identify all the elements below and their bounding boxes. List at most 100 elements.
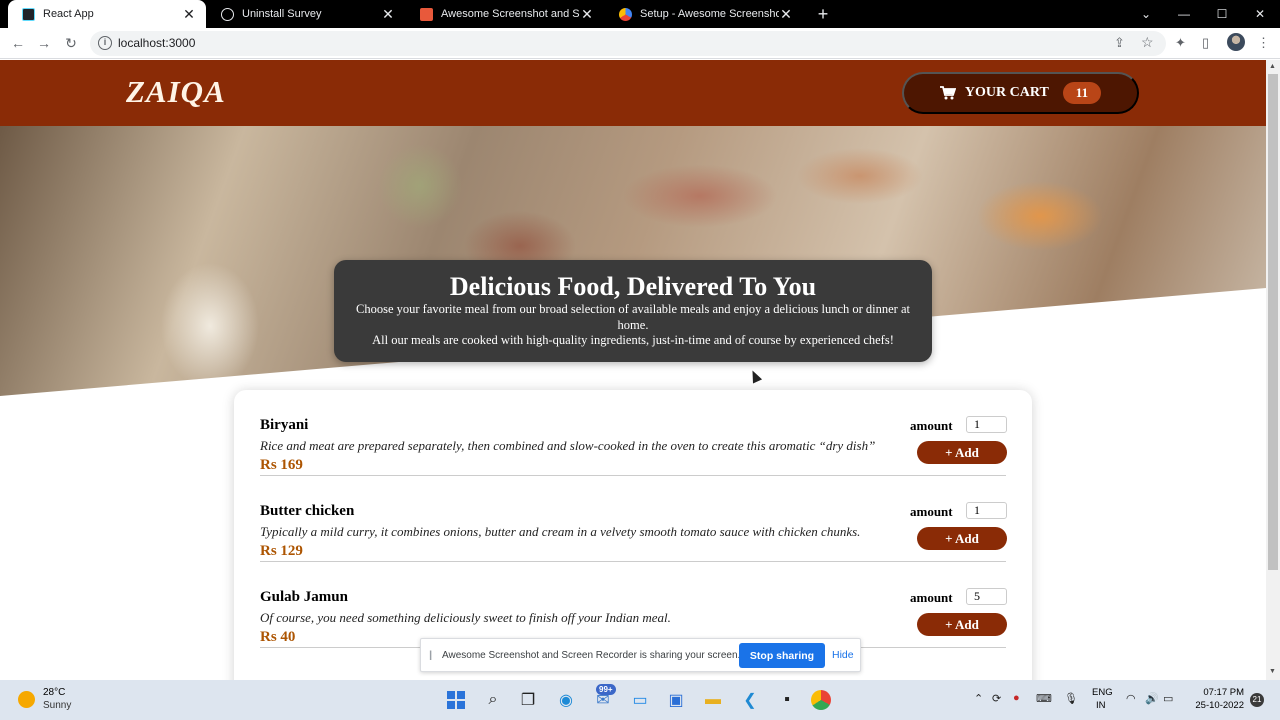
meal-name: Gulab Jamun xyxy=(260,589,348,605)
input-region[interactable]: IN xyxy=(1096,700,1106,711)
terminal-icon[interactable]: ▪ xyxy=(775,688,799,712)
forward-arrow-icon[interactable]: → xyxy=(35,34,53,52)
globe-icon xyxy=(221,7,234,21)
url-text[interactable]: localhost:3000 xyxy=(118,36,195,50)
meal-description: Rice and meat are prepared separately, t… xyxy=(260,438,876,453)
wifi-icon[interactable]: ◠ xyxy=(1126,692,1136,705)
profile-avatar[interactable] xyxy=(1227,33,1245,51)
tab-uninstall-survey[interactable]: Uninstall Survey ✕ xyxy=(207,0,405,28)
clock-time[interactable]: 07:17 PM xyxy=(1176,687,1244,698)
scrollbar-thumb[interactable] xyxy=(1268,74,1278,570)
share-icon[interactable]: ⇪ xyxy=(1114,35,1125,51)
meal-price: Rs 169 xyxy=(260,457,303,473)
battery-icon[interactable]: ▭ xyxy=(1163,692,1173,705)
tab-awesome-screenshot[interactable]: Awesome Screenshot and Screen ✕ xyxy=(406,0,604,28)
chevron-up-icon[interactable]: ⌃ xyxy=(974,692,983,705)
reload-icon[interactable]: ↻ xyxy=(62,34,80,52)
hide-sharing-bar-link[interactable]: Hide xyxy=(832,649,854,661)
mail-count-badge: 99+ xyxy=(596,684,616,695)
amount-label: amount xyxy=(910,504,953,519)
tab-title: Setup - Awesome Screenshot xyxy=(640,8,779,20)
keyboard-icon[interactable]: ⌨ xyxy=(1036,692,1052,705)
site-info-icon[interactable]: i xyxy=(98,36,112,50)
screen-sharing-bar: || Awesome Screenshot and Screen Recorde… xyxy=(420,638,861,672)
stop-sharing-button[interactable]: Stop sharing xyxy=(739,643,825,668)
input-language[interactable]: ENG xyxy=(1092,687,1113,698)
close-icon[interactable]: ✕ xyxy=(580,6,594,23)
close-icon[interactable]: ✕ xyxy=(779,6,793,23)
tab-setup-awesome-screenshot[interactable]: Setup - Awesome Screenshot ✕ xyxy=(605,0,803,28)
sharing-message: Awesome Screenshot and Screen Recorder i… xyxy=(442,650,741,661)
vscode-icon[interactable]: ❮ xyxy=(738,688,762,712)
drag-handle-icon[interactable]: || xyxy=(429,650,433,661)
hero-title: Delicious Food, Delivered To You xyxy=(449,272,817,301)
add-to-cart-button[interactable]: + Add xyxy=(917,613,1007,636)
meals-list-card: Biryani Rice and meat are prepared separ… xyxy=(234,390,1032,680)
amount-label: amount xyxy=(910,590,953,605)
cart-label: YOUR CART xyxy=(964,85,1049,100)
sun-icon[interactable] xyxy=(18,691,35,708)
meal-item: Gulab Jamun Of course, you need somethin… xyxy=(260,562,1007,648)
file-explorer-icon[interactable]: ▬ xyxy=(701,688,725,712)
meal-item: Biryani Rice and meat are prepared separ… xyxy=(260,390,1007,476)
meal-item: Butter chicken Typically a mild curry, i… xyxy=(260,476,1007,562)
store-icon[interactable]: ▣ xyxy=(664,688,688,712)
page-scrollbar[interactable]: ▲ ▼ xyxy=(1266,60,1280,680)
meal-price: Rs 40 xyxy=(260,629,296,645)
security-icon[interactable]: ● xyxy=(1013,692,1020,704)
tab-search-chevron-icon[interactable]: ⌄ xyxy=(1127,0,1165,28)
tab-react-app[interactable]: React App ✕ xyxy=(8,0,206,28)
hero-description: Choose your favorite meal from our broad… xyxy=(356,302,910,332)
new-tab-button[interactable]: + xyxy=(814,4,832,24)
maximize-button[interactable]: ☐ xyxy=(1203,0,1241,28)
weather-condition[interactable]: Sunny xyxy=(43,700,71,711)
cart-button[interactable]: YOUR CART 11 xyxy=(902,72,1139,114)
extensions-puzzle-icon[interactable]: ✦ xyxy=(1175,35,1186,51)
cart-count-badge: 11 xyxy=(1062,82,1102,104)
task-view-icon[interactable]: ❐ xyxy=(516,688,540,712)
minimize-button[interactable]: — xyxy=(1165,0,1203,28)
kebab-menu-icon[interactable]: ⋮ xyxy=(1257,35,1270,51)
sync-icon[interactable]: ⟳ xyxy=(992,692,1001,705)
scroll-down-arrow-icon[interactable]: ▼ xyxy=(1269,668,1276,675)
tab-title: Awesome Screenshot and Screen xyxy=(441,8,580,20)
desktop-app-icon[interactable]: ▭ xyxy=(628,688,652,712)
side-panel-icon[interactable]: ▯ xyxy=(1202,35,1209,51)
cart-icon xyxy=(939,86,956,100)
add-to-cart-button[interactable]: + Add xyxy=(917,527,1007,550)
windows-start-icon[interactable] xyxy=(444,688,468,712)
search-icon[interactable]: ⌕ xyxy=(481,688,505,712)
site-header: ZAIQA YOUR CART 11 xyxy=(0,60,1266,126)
notification-count-badge[interactable]: 21 xyxy=(1250,693,1264,707)
address-bar[interactable]: i localhost:3000 ⇪ ☆ xyxy=(90,31,1166,56)
hero-section: Delicious Food, Delivered To You Choose … xyxy=(0,126,1266,396)
weather-temperature[interactable]: 28°C xyxy=(43,687,65,698)
bookmark-star-icon[interactable]: ☆ xyxy=(1141,34,1154,51)
window-close-button[interactable]: ✕ xyxy=(1241,0,1279,28)
edge-browser-icon[interactable]: ◉ xyxy=(554,688,578,712)
screenshot-icon xyxy=(420,7,433,21)
windows-taskbar: 28°C Sunny ⌕ ❐ ◉ ✉ 99+ ▭ ▣ ▬ ❮ ▪ ⌃ ⟳ ● ⌨… xyxy=(0,680,1280,720)
amount-label: amount xyxy=(910,418,953,433)
close-icon[interactable]: ✕ xyxy=(182,6,196,23)
page-viewport: ZAIQA YOUR CART 11 Delicious Food, Deliv… xyxy=(0,60,1266,680)
close-icon[interactable]: ✕ xyxy=(381,6,395,23)
volume-icon[interactable]: 🔊 xyxy=(1145,692,1159,705)
amount-input[interactable] xyxy=(966,588,1007,605)
chrome-icon[interactable] xyxy=(811,690,831,710)
meal-name: Biryani xyxy=(260,417,309,433)
tab-title: Uninstall Survey xyxy=(242,8,322,20)
clock-date[interactable]: 25-10-2022 xyxy=(1176,700,1244,711)
meal-price: Rs 129 xyxy=(260,543,303,559)
amount-input[interactable] xyxy=(966,502,1007,519)
scroll-up-arrow-icon[interactable]: ▲ xyxy=(1269,63,1276,70)
back-arrow-icon[interactable]: ← xyxy=(9,34,27,52)
microphone-icon[interactable]: 🎙 xyxy=(1064,692,1078,705)
add-to-cart-button[interactable]: + Add xyxy=(917,441,1007,464)
browser-toolbar: ← → ↻ i localhost:3000 ⇪ ☆ ✦ ▯ ⋮ xyxy=(0,28,1280,59)
hero-description-2: All our meals are cooked with high-quali… xyxy=(372,333,894,347)
site-logo: ZAIQA xyxy=(126,74,226,109)
meal-description: Typically a mild curry, it combines onio… xyxy=(260,524,861,539)
tab-title: React App xyxy=(43,8,94,20)
amount-input[interactable] xyxy=(966,416,1007,433)
